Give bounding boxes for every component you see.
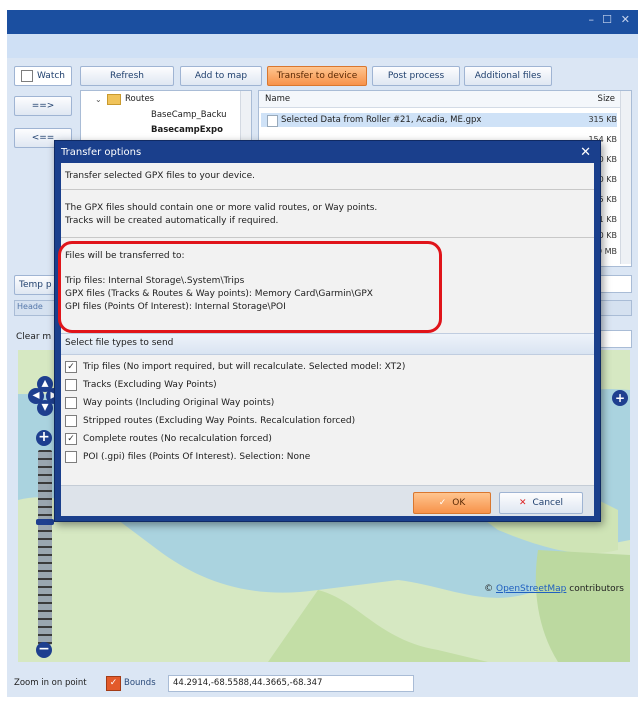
temp-field[interactable] [596, 275, 632, 293]
watch-checkbox-box[interactable] [20, 70, 33, 82]
add-to-map-button[interactable]: Add to map [180, 66, 262, 86]
map-marker-icon[interactable]: + [612, 390, 628, 406]
copyright-symbol: © [484, 584, 494, 594]
close-icon[interactable]: ✕ [580, 145, 591, 160]
dialog-body: Transfer selected GPX files to your devi… [61, 163, 594, 516]
file-name-cell: Selected Data from Roller #21, Acadia, M… [281, 115, 482, 125]
map-field[interactable] [596, 330, 632, 348]
dialog-note: Tracks will be created automatically if … [65, 216, 279, 226]
check-icon: ✓ [438, 498, 447, 508]
name-column-header[interactable]: Name [265, 94, 290, 104]
title-bar: – ☐ ✕ [7, 10, 638, 34]
dialog-note: The GPX files should contain one or more… [65, 203, 378, 213]
forward-arrow-button[interactable]: ==> [14, 96, 72, 116]
ok-button[interactable]: ✓ OK [413, 492, 491, 514]
zoom-on-point-checkbox[interactable]: ✓ [106, 676, 121, 691]
dialog-intro: Transfer selected GPX files to your devi… [65, 171, 256, 181]
file-list-header: Name Size [259, 91, 631, 108]
option-label: Tracks (Excluding Way Points) [83, 380, 217, 390]
cancel-button[interactable]: ✕ Cancel [499, 492, 583, 514]
close-window-icon[interactable]: ✕ [621, 13, 630, 26]
option-label: POI (.gpi) files (Points Of Interest). S… [83, 452, 311, 462]
map-attribution: © OpenStreetMap contributors [484, 584, 624, 594]
refresh-button[interactable]: Refresh [80, 66, 174, 86]
option-checkbox[interactable] [65, 379, 77, 391]
ribbon [7, 34, 638, 58]
option-checkbox[interactable] [65, 415, 77, 427]
option-complete-routes[interactable]: ✓ Complete routes (No recalculation forc… [65, 432, 272, 446]
pan-down-icon[interactable]: ▾ [37, 400, 53, 416]
option-checkbox[interactable] [65, 451, 77, 463]
highlight-ring [58, 241, 442, 333]
dialog-title: Transfer options [61, 147, 142, 158]
size-column-header[interactable]: Size [598, 94, 615, 104]
status-bar: Zoom in on point ✓ Bounds 44.2914,-68.55… [14, 674, 630, 694]
cancel-label: Cancel [532, 498, 564, 508]
cancel-x-icon: ✕ [518, 498, 527, 508]
option-label: Stripped routes (Excluding Way Points. R… [83, 416, 356, 426]
attribution-suffix: contributors [569, 584, 624, 594]
minimize-icon[interactable]: – [589, 13, 595, 26]
divider [61, 237, 594, 238]
clear-map-label: Clear m [16, 332, 52, 342]
header-tab[interactable]: Heade [17, 302, 43, 311]
option-label: Trip files (No import required, but will… [83, 362, 406, 372]
option-tracks[interactable]: Tracks (Excluding Way Points) [65, 378, 217, 392]
table-row[interactable]: Selected Data from Roller #21, Acadia, M… [261, 113, 617, 127]
option-trip-files[interactable]: ✓ Trip files (No import required, but wi… [65, 360, 405, 374]
option-label: Way points (Including Original Way point… [83, 398, 275, 408]
transfer-to-device-button[interactable]: Transfer to device [267, 66, 367, 86]
option-checkbox[interactable] [65, 397, 77, 409]
bounds-label: Bounds [124, 678, 156, 688]
post-process-button[interactable]: Post process [372, 66, 460, 86]
file-icon [267, 115, 278, 127]
watch-checkbox[interactable]: Watch [14, 66, 72, 86]
zoom-slider-handle[interactable] [36, 519, 54, 525]
ok-label: OK [452, 498, 466, 508]
file-size-cell: 315 KB [588, 115, 617, 124]
zoom-in-icon[interactable]: + [36, 430, 52, 446]
tree-root-label[interactable]: Routes [125, 94, 154, 104]
option-label: Complete routes (No recalculation forced… [83, 434, 272, 444]
additional-files-button[interactable]: Additional files [464, 66, 552, 86]
option-checkbox[interactable]: ✓ [65, 433, 77, 445]
tree-item[interactable]: BaseCamp_Backu [151, 110, 227, 120]
option-way-points[interactable]: Way points (Including Original Way point… [65, 396, 274, 410]
openstreetmap-link[interactable]: OpenStreetMap [496, 584, 566, 594]
file-types-section-header: Select file types to send [61, 333, 594, 355]
option-checkbox[interactable]: ✓ [65, 361, 77, 373]
zoom-on-point-label: Zoom in on point [14, 678, 87, 688]
tree-item[interactable]: BasecampExpo [151, 125, 223, 135]
zoom-slider[interactable] [38, 450, 52, 645]
dialog-footer: ✓ OK ✕ Cancel [61, 485, 594, 516]
bounds-field[interactable]: 44.2914,-68.5588,44.3665,-68.347 [168, 675, 414, 692]
divider [61, 189, 594, 190]
option-stripped-routes[interactable]: Stripped routes (Excluding Way Points. R… [65, 414, 355, 428]
watch-label: Watch [36, 71, 66, 81]
file-types-section-title: Select file types to send [65, 338, 174, 348]
expand-chevron-icon[interactable]: ⌄ [95, 95, 102, 104]
folder-icon [107, 94, 121, 105]
file-list-scrollbar[interactable] [620, 91, 631, 264]
zoom-out-icon[interactable]: − [36, 642, 52, 658]
option-poi-files[interactable]: POI (.gpi) files (Points Of Interest). S… [65, 450, 310, 464]
maximize-icon[interactable]: ☐ [602, 13, 612, 26]
